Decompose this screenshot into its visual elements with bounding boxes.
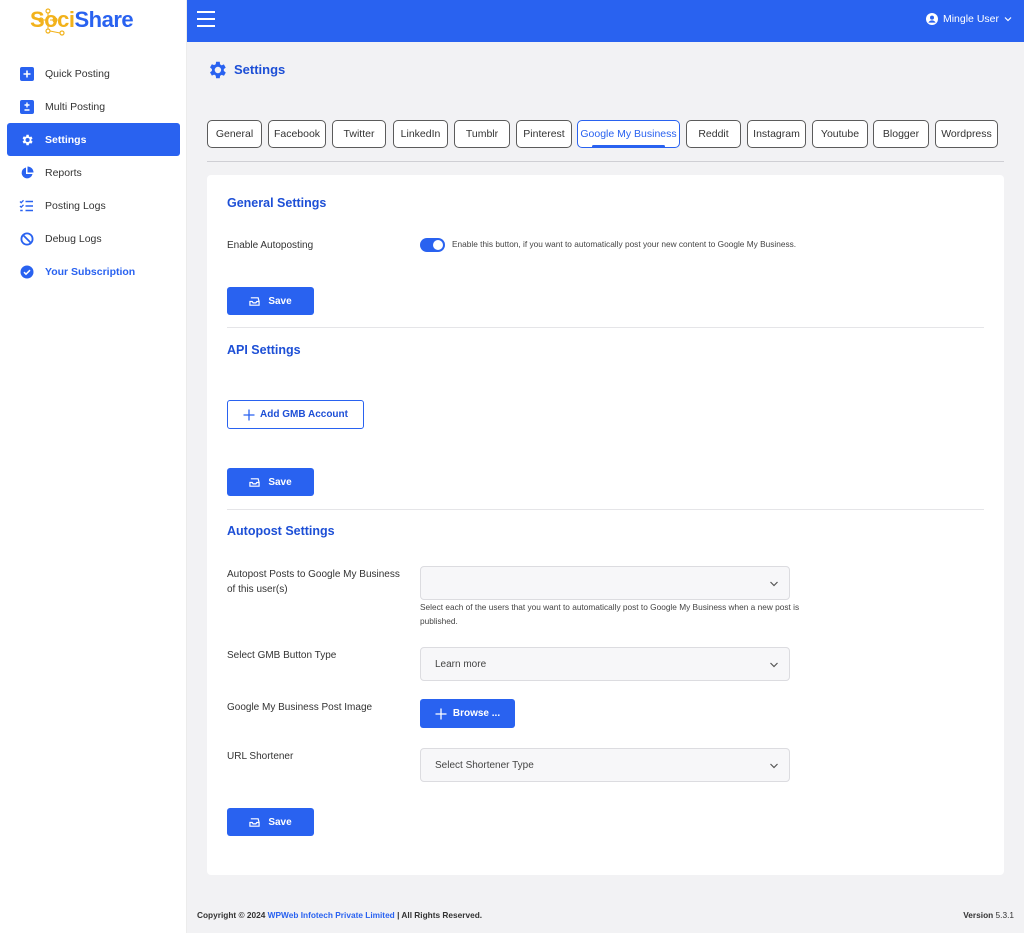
- gmb-post-image-label: Google My Business Post Image: [227, 702, 373, 713]
- autopost-settings-title: Autopost Settings: [227, 524, 335, 538]
- enable-autoposting-description: Enable this button, if you want to autom…: [452, 239, 797, 249]
- badge-check-icon: [19, 264, 34, 279]
- plus-icon: [243, 409, 255, 420]
- pie-chart-icon: [19, 165, 34, 180]
- sidebar-item-your-subscription[interactable]: Your Subscription: [7, 255, 180, 288]
- api-settings-title: API Settings: [227, 343, 301, 357]
- tab-youtube[interactable]: Youtube: [812, 120, 868, 148]
- footer-version: Version 5.3.1: [963, 910, 1014, 920]
- settings-card: General Settings Enable Autoposting Enab…: [207, 175, 1004, 875]
- sidebar-item-multi-posting[interactable]: Multi Posting: [7, 90, 180, 123]
- tab-tumblr[interactable]: Tumblr: [454, 120, 510, 148]
- gmb-button-type-label: Select GMB Button Type: [227, 650, 337, 661]
- plus-minus-square-icon: [19, 99, 34, 114]
- gmb-button-type-value: Learn more: [435, 658, 487, 670]
- autopost-save-button[interactable]: Save: [227, 808, 314, 836]
- browse-image-button[interactable]: Browse ...: [420, 699, 515, 728]
- save-label: Save: [268, 816, 292, 828]
- company-link[interactable]: WPWeb Infotech Private Limited: [268, 910, 395, 920]
- url-shortener-select[interactable]: Select Shortener Type: [420, 748, 790, 782]
- sidebar-item-label: Debug Logs: [45, 232, 102, 245]
- save-label: Save: [268, 295, 292, 307]
- sidebar-item-label: Multi Posting: [45, 100, 106, 113]
- debug-icon: [19, 231, 34, 246]
- chevron-down-icon: [770, 662, 778, 668]
- tab-google-my-business[interactable]: Google My Business: [577, 120, 680, 148]
- tab-wordpress[interactable]: Wordpress: [935, 120, 998, 148]
- section-divider: [227, 327, 984, 328]
- gmb-button-type-select[interactable]: Learn more: [420, 647, 790, 681]
- logo-text-s: S: [30, 7, 45, 32]
- autopost-users-label: Autopost Posts to Google My Business of …: [227, 569, 400, 595]
- save-icon: [249, 477, 260, 487]
- plus-square-icon: [19, 66, 34, 81]
- chevron-down-icon: [770, 763, 778, 769]
- copyright-prefix: Copyright © 2024: [197, 910, 266, 920]
- general-settings-title: General Settings: [227, 196, 327, 210]
- sidebar-nav: Quick Posting Multi Posting Settings Rep…: [7, 57, 180, 288]
- tab-pinterest[interactable]: Pinterest: [516, 120, 572, 148]
- tab-facebook[interactable]: Facebook: [268, 120, 326, 148]
- browse-label: Browse ...: [452, 708, 501, 719]
- plus-icon: [435, 708, 447, 719]
- sidebar-item-quick-posting[interactable]: Quick Posting: [7, 57, 180, 90]
- section-divider: [227, 509, 984, 510]
- sidebar-item-debug-logs[interactable]: Debug Logs: [7, 222, 180, 255]
- sidebar-item-label: Settings: [45, 133, 87, 146]
- sidebar-item-reports[interactable]: Reports: [7, 156, 180, 189]
- sidebar-item-posting-logs[interactable]: Posting Logs: [7, 189, 180, 222]
- sidebar-item-label: Quick Posting: [45, 67, 110, 80]
- network-tabs: General Facebook Twitter LinkedIn Tumblr…: [207, 120, 1004, 162]
- tab-linkedin[interactable]: LinkedIn: [393, 120, 448, 148]
- sidebar-item-label: Reports: [45, 166, 82, 179]
- copyright-suffix: | All Rights Reserved.: [397, 910, 483, 920]
- general-save-button[interactable]: Save: [227, 287, 314, 315]
- user-circle-icon: [925, 13, 938, 25]
- version-number: 5.3.1: [995, 910, 1014, 920]
- sidebar: S o ci Share Quick Posting Multi Posting…: [0, 0, 187, 933]
- top-bar: Mingle User: [187, 0, 1024, 42]
- page-header: Settings: [187, 42, 1024, 100]
- autopost-users-select[interactable]: [420, 566, 790, 600]
- tab-general[interactable]: General: [207, 120, 262, 148]
- chevron-down-icon: [770, 581, 778, 587]
- tab-blogger[interactable]: Blogger: [873, 120, 929, 148]
- checklist-icon: [19, 198, 34, 213]
- app-logo[interactable]: S o ci Share: [30, 2, 134, 38]
- autopost-users-help: Select each of the users that you want t…: [420, 602, 800, 626]
- user-name: Mingle User: [942, 13, 999, 25]
- page-title: Settings: [234, 62, 286, 77]
- tab-twitter[interactable]: Twitter: [332, 120, 386, 148]
- add-gmb-account-label: Add GMB Account: [260, 409, 348, 420]
- save-icon: [249, 296, 260, 306]
- url-shortener-value: Select Shortener Type: [435, 759, 534, 771]
- footer-copyright: Copyright © 2024 WPWeb Infotech Private …: [197, 910, 482, 920]
- tab-reddit[interactable]: Reddit: [686, 120, 741, 148]
- user-menu[interactable]: Mingle User: [925, 13, 1012, 25]
- url-shortener-label: URL Shortener: [227, 751, 294, 762]
- save-icon: [249, 817, 260, 827]
- logo-text-o: o: [44, 7, 58, 32]
- sidebar-item-settings[interactable]: Settings: [7, 123, 180, 156]
- add-gmb-account-button[interactable]: Add GMB Account: [227, 400, 364, 429]
- tab-instagram[interactable]: Instagram: [747, 120, 806, 148]
- save-label: Save: [268, 476, 292, 488]
- menu-toggle-icon[interactable]: [197, 11, 215, 29]
- sidebar-item-label: Posting Logs: [45, 199, 106, 212]
- api-save-button[interactable]: Save: [227, 468, 314, 496]
- version-label: Version: [963, 910, 994, 920]
- gear-icon: [210, 61, 226, 79]
- enable-autoposting-toggle[interactable]: [420, 238, 445, 252]
- chevron-down-icon: [1004, 17, 1012, 22]
- enable-autoposting-label: Enable Autoposting: [227, 240, 314, 251]
- logo-text-ci: ci: [57, 7, 75, 32]
- gear-icon: [19, 132, 34, 147]
- sidebar-item-label: Your Subscription: [45, 265, 136, 278]
- logo-text-share: Share: [74, 7, 134, 32]
